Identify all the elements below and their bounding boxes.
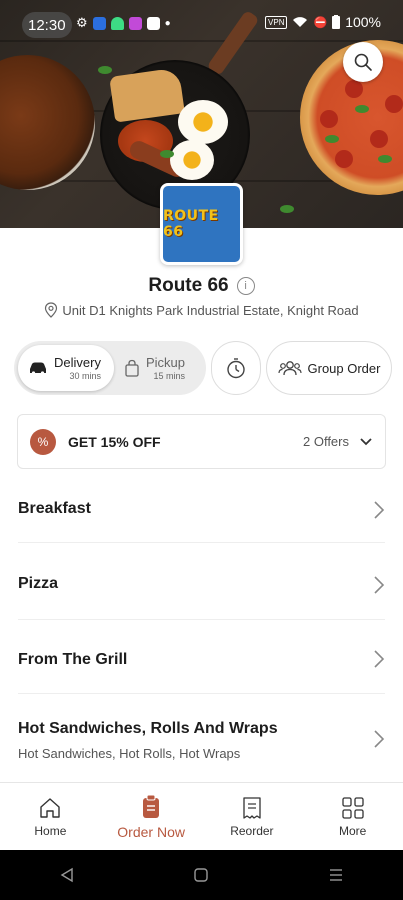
settings-icon: ⚙ <box>76 15 88 30</box>
grid-icon <box>341 796 364 819</box>
chevron-down-icon <box>360 437 372 445</box>
percent-icon: % <box>30 428 56 455</box>
schedule-button[interactable] <box>211 341 261 395</box>
chevron-right-icon <box>374 649 385 668</box>
delivery-label: Delivery <box>54 354 101 370</box>
nav-reorder[interactable]: Reorder <box>202 783 303 850</box>
restaurant-address: Unit D1 Knights Park Industrial Estate, … <box>62 302 359 318</box>
order-mode-toggle: Delivery 30 mins Pickup 15 mins <box>14 341 206 395</box>
category-description: Hot Sandwiches, Hot Rolls, Hot Wraps <box>18 746 241 761</box>
category-name: Breakfast <box>18 500 91 517</box>
nav-more-label: More <box>338 823 367 838</box>
info-icon[interactable]: i <box>236 277 255 295</box>
shopping-bag-icon <box>125 359 139 377</box>
offers-banner[interactable]: % GET 15% OFF 2 Offers <box>17 414 386 469</box>
pickup-option[interactable]: Pickup 15 mins <box>114 345 195 391</box>
more-notifications-icon: ● <box>164 17 171 29</box>
car-icon <box>30 362 46 375</box>
nav-home-label: Home <box>34 823 67 838</box>
receipt-icon <box>243 796 261 819</box>
restaurant-address-row: Unit D1 Knights Park Industrial Estate, … <box>0 302 403 318</box>
chevron-right-icon <box>374 730 385 748</box>
chicken-wings-image <box>0 55 95 190</box>
category-item-breakfast[interactable]: Breakfast <box>18 478 385 543</box>
android-icon <box>110 16 124 30</box>
category-item-from-the-grill[interactable]: From The Grill <box>18 624 385 694</box>
notification-icons: ⚙ ● <box>76 15 171 31</box>
offer-title: GET 15% OFF <box>68 433 161 450</box>
restaurant-name: Route 66 <box>148 275 229 296</box>
stopwatch-icon <box>227 358 245 379</box>
system-navigation-bar <box>0 850 403 900</box>
app-notification-icon <box>146 16 160 30</box>
vpn-icon: VPN <box>265 15 288 29</box>
battery-icon <box>332 15 341 29</box>
status-bar: 12:30 ⚙ ● VPN ⛔ 100% <box>0 0 403 50</box>
group-order-button[interactable]: Group Order <box>266 341 392 395</box>
chevron-right-icon <box>374 501 385 519</box>
group-users-icon <box>277 361 302 376</box>
category-item-hot-sandwiches[interactable]: Hot Sandwiches, Rolls And Wraps Hot Sand… <box>18 696 385 782</box>
chevron-right-icon <box>374 575 385 594</box>
recents-icon[interactable] <box>328 867 344 883</box>
wifi-icon <box>293 17 308 27</box>
logo-text: ROUTE 66 <box>163 208 219 240</box>
app-notification-icon <box>128 16 142 30</box>
restaurant-title-row: Route 66 i <box>0 275 403 297</box>
nav-home[interactable]: Home <box>0 783 101 850</box>
battery-percent: 100% <box>345 14 381 30</box>
system-icons: VPN ⛔ 100% <box>265 14 381 30</box>
bottom-navigation: Home Order Now Reorder More <box>0 782 403 850</box>
order-icon <box>143 794 160 818</box>
search-icon <box>354 53 372 71</box>
back-icon[interactable] <box>59 867 75 883</box>
app-notification-icon <box>92 16 106 30</box>
category-name: Hot Sandwiches, Rolls And Wraps <box>18 720 278 737</box>
nav-order-now[interactable]: Order Now <box>101 783 202 850</box>
delivery-option[interactable]: Delivery 30 mins <box>18 345 114 391</box>
offer-count: 2 Offers <box>302 434 349 449</box>
category-item-pizza[interactable]: Pizza <box>18 550 385 620</box>
home-icon <box>40 797 61 818</box>
location-pin-icon <box>45 302 58 318</box>
delivery-time: 30 mins <box>69 370 101 381</box>
category-name: Pizza <box>18 575 59 592</box>
home-circle-icon[interactable] <box>193 867 209 883</box>
search-button[interactable] <box>343 42 383 82</box>
group-order-label: Group Order <box>307 360 381 376</box>
nav-reorder-label: Reorder <box>230 823 274 838</box>
nav-more[interactable]: More <box>302 783 403 850</box>
category-name: From The Grill <box>18 651 128 668</box>
alarm-icon: ⛔ <box>313 16 328 29</box>
pickup-time: 15 mins <box>153 370 186 381</box>
restaurant-logo: ROUTE 66 <box>160 183 243 265</box>
pickup-label: Pickup <box>146 354 186 370</box>
nav-order-now-label: Order Now <box>117 823 185 840</box>
status-time: 12:30 <box>22 12 72 38</box>
